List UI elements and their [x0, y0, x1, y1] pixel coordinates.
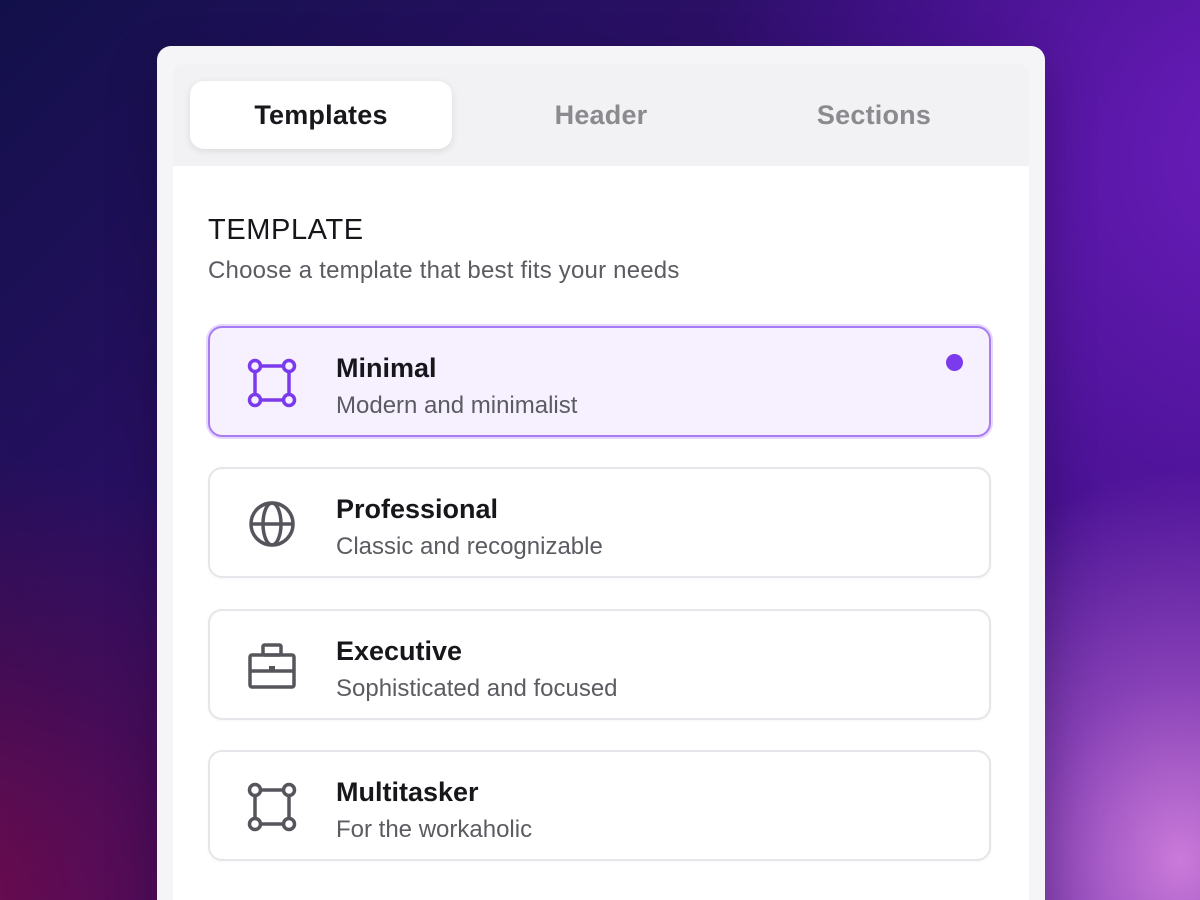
template-description: Modern and minimalist — [336, 392, 578, 419]
template-option-professional[interactable]: Professional Classic and recognizable — [208, 467, 991, 578]
tab-sections[interactable]: Sections — [743, 81, 1005, 149]
tab-bar: Templates Header Sections — [173, 64, 1029, 166]
panel-content: Templates Header Sections TEMPLATE Choos… — [173, 64, 1029, 900]
template-name: Professional — [336, 494, 499, 524]
template-name: Minimal — [336, 353, 437, 383]
frame-square-icon — [246, 357, 298, 409]
template-option-multitasker[interactable]: Multitasker For the workaholic — [208, 750, 991, 861]
briefcase-icon — [246, 640, 298, 692]
template-description: For the workaholic — [336, 816, 533, 843]
template-description: Sophisticated and focused — [336, 675, 618, 702]
template-option-executive[interactable]: Executive Sophisticated and focused — [208, 609, 991, 720]
template-option-minimal[interactable]: Minimal Modern and minimalist — [208, 326, 991, 437]
globe-icon — [246, 498, 298, 550]
template-name: Executive — [336, 636, 463, 666]
template-settings-panel: Templates Header Sections TEMPLATE Choos… — [157, 46, 1045, 900]
selected-indicator — [946, 354, 963, 371]
tab-header[interactable]: Header — [470, 81, 732, 149]
template-name: Multitasker — [336, 777, 479, 807]
tab-templates[interactable]: Templates — [190, 81, 452, 149]
section-title: TEMPLATE — [208, 214, 364, 246]
template-description: Classic and recognizable — [336, 533, 603, 560]
section-subtitle: Choose a template that best fits your ne… — [208, 257, 680, 284]
frame-square-icon — [246, 781, 298, 833]
